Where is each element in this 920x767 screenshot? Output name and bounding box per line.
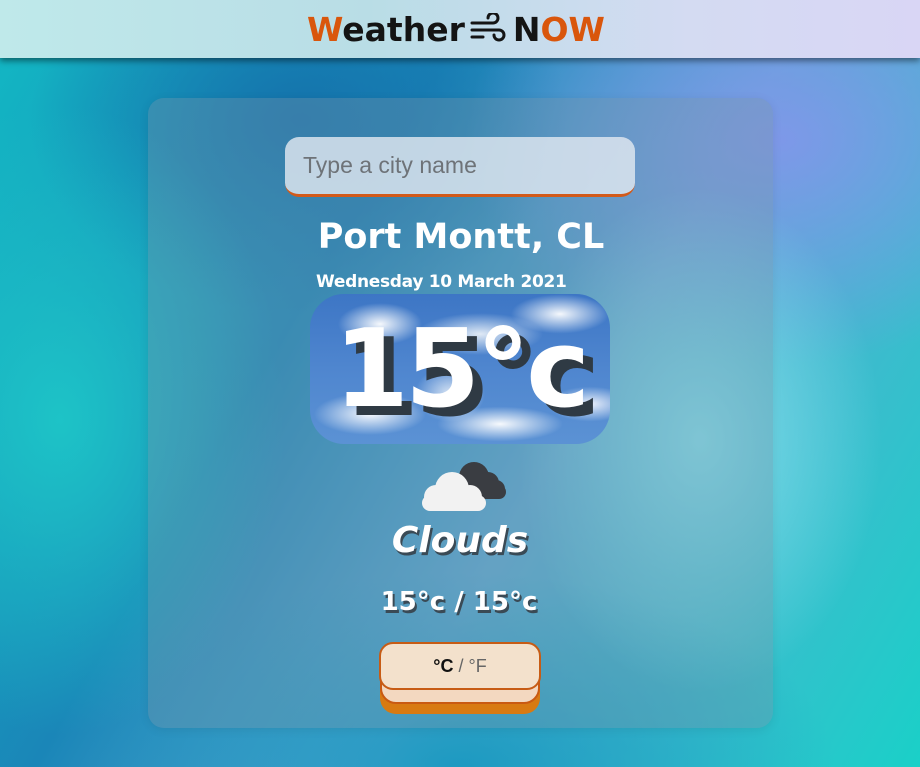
unit-fahrenheit: °F: [468, 655, 487, 676]
logo-text-weather: Weather: [307, 9, 465, 49]
unit-celsius: °C: [433, 655, 454, 676]
unit-toggle-button[interactable]: °C / °F: [379, 642, 541, 690]
clouds-icon: [422, 462, 506, 511]
current-date: Wednesday 10 March 2021: [316, 272, 567, 292]
app-logo[interactable]: Weather NOW: [307, 10, 605, 49]
wind-icon: [470, 13, 506, 42]
logo-text-now: NOW: [512, 9, 605, 49]
app-header: Weather NOW: [0, 0, 920, 58]
temperature-range: 15°c / 15°c: [380, 587, 538, 617]
city-search-input[interactable]: [285, 137, 635, 197]
current-temperature: 15°c: [333, 306, 590, 432]
city-name: Port Montt, CL: [317, 217, 605, 257]
weather-condition: Clouds: [391, 520, 529, 561]
unit-separator: /: [458, 655, 464, 676]
